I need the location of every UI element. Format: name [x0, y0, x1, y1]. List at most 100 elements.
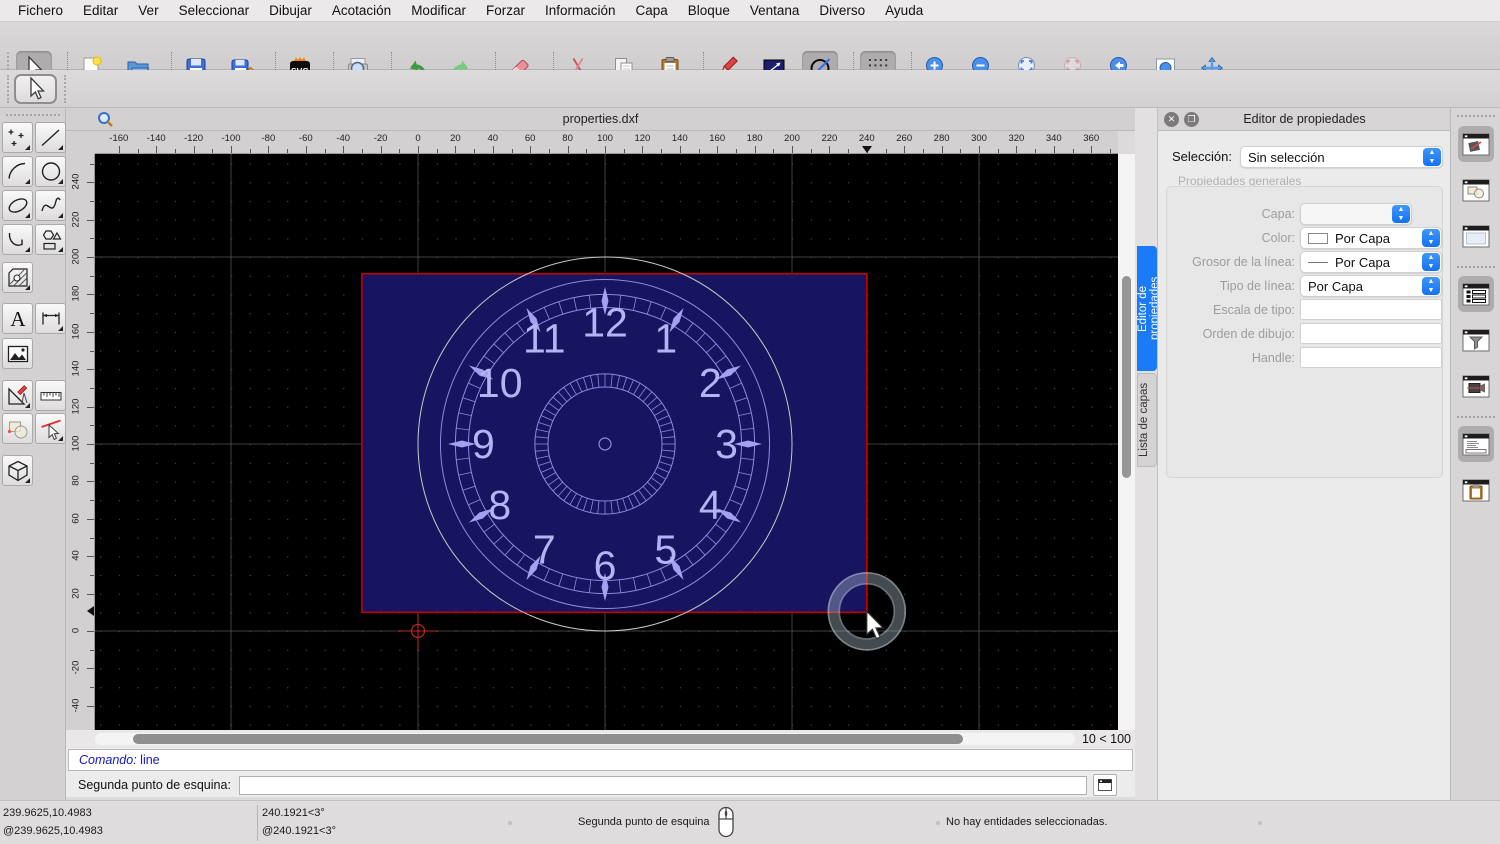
document-titlebar: properties.dxf [66, 108, 1135, 131]
selection-mode-button[interactable] [14, 74, 57, 104]
ruler-label: 140 [71, 355, 82, 383]
menu-forzar[interactable]: Forzar [476, 3, 535, 18]
text-tool[interactable]: A [2, 303, 33, 334]
viewports-panel-button[interactable] [1458, 218, 1494, 254]
ruler-label: 220 [815, 133, 843, 144]
ruler-label: -40 [71, 691, 82, 719]
ruler-label: 160 [71, 317, 82, 345]
ruler-tick [87, 294, 94, 295]
ruler-tick [87, 332, 94, 333]
svg-text:6: 6 [594, 543, 617, 589]
menu-informacion[interactable]: Información [535, 3, 626, 18]
ruler-tick [156, 146, 157, 153]
ruler-tick [90, 388, 94, 389]
circle-tool[interactable] [35, 156, 66, 187]
ruler-tick [343, 146, 344, 153]
ruler-tick [792, 146, 793, 153]
block-editor-panel-button[interactable] [1458, 126, 1494, 162]
panel-tab-lista-de-capas[interactable]: Lista de capas [1137, 373, 1157, 467]
menu-acotacion[interactable]: Acotación [322, 3, 401, 18]
field-orden-de-dibujo-input[interactable] [1300, 323, 1442, 344]
ruler-label: 220 [71, 205, 82, 233]
horizontal-scrollbar[interactable] [95, 733, 1075, 745]
solid-3d-tool[interactable] [2, 455, 33, 486]
strip-separator [1457, 416, 1495, 418]
ruler-tick [1091, 146, 1092, 153]
field-tipo-de-linea-label: Tipo de línea: [1167, 279, 1295, 293]
field-handle-input[interactable] [1300, 347, 1442, 368]
toolbar-drag-handle [64, 75, 68, 103]
modify-tools[interactable] [2, 413, 33, 444]
ellipse-tool[interactable] [2, 190, 33, 221]
ruler-tick [87, 519, 94, 520]
combo-spinner-icon: ▲▼ [1422, 229, 1440, 247]
clipboard-panel-button[interactable] [1458, 472, 1494, 508]
menu-fichero[interactable]: Fichero [8, 3, 73, 18]
menu-modificar[interactable]: Modificar [401, 3, 476, 18]
selection-filter-panel-button[interactable] [1458, 322, 1494, 358]
panel-tab-editor-de-propiedades[interactable]: Editor de propiedades [1137, 246, 1157, 371]
menu-ayuda[interactable]: Ayuda [875, 3, 933, 18]
ruler-tick [90, 650, 94, 651]
property-editor-panel-button[interactable] [1458, 276, 1494, 312]
field-capa-combo[interactable]: ▲▼ [1300, 203, 1412, 225]
vertical-scrollbar-thumb[interactable] [1122, 276, 1131, 478]
field-color-combo[interactable]: Por Capa▲▼ [1300, 227, 1442, 249]
selection-label: Selección: [1172, 149, 1232, 164]
menu-bloque[interactable]: Bloque [678, 3, 740, 18]
vertical-scrollbar[interactable] [1118, 154, 1135, 730]
field-escala-de-tipo-input[interactable] [1300, 299, 1442, 320]
ruler-label: -160 [105, 133, 133, 144]
hatch-tool[interactable] [2, 262, 33, 293]
ruler-tick [119, 146, 120, 153]
selection-combo[interactable]: Sin selección ▲▼ [1240, 146, 1443, 168]
horizontal-scrollbar-thumb[interactable] [133, 734, 963, 744]
ruler-label: 20 [71, 579, 82, 607]
menu-editar[interactable]: Editar [73, 3, 128, 18]
ruler-tick [90, 201, 94, 202]
ruler-tick [455, 146, 456, 153]
ruler-tick [87, 444, 94, 445]
menu-dibujar[interactable]: Dibujar [259, 3, 322, 18]
svg-text:10: 10 [477, 360, 523, 406]
menu-capa[interactable]: Capa [626, 3, 678, 18]
general-properties-group: Capa:▲▼ Color:Por Capa▲▼Grosor de la lín… [1166, 186, 1443, 478]
menu-seleccionar[interactable]: Seleccionar [169, 3, 260, 18]
command-input[interactable] [239, 776, 1087, 795]
ruler-label: 60 [71, 504, 82, 532]
w-view-icon [1462, 374, 1490, 399]
arc-tool[interactable] [2, 156, 33, 187]
spline-tool[interactable] [35, 190, 66, 221]
drafting-tools[interactable] [2, 380, 33, 411]
submenu-indicator-icon [25, 179, 30, 184]
field-tipo-de-linea-combo[interactable]: Por Capa▲▼ [1300, 275, 1442, 297]
w-list-icon [1462, 282, 1490, 307]
ruler-tick [90, 425, 94, 426]
ruler-label: 0 [404, 133, 432, 144]
view-panel-button[interactable] [1458, 368, 1494, 404]
ruler-label: -60 [292, 133, 320, 144]
ruler-tick [250, 149, 251, 153]
submenu-indicator-icon [25, 478, 30, 483]
field-escala-de-tipo-label: Escala de tipo: [1167, 303, 1295, 317]
menu-ver[interactable]: Ver [128, 3, 168, 18]
dimension-tool[interactable] [35, 303, 66, 334]
menu-ventana[interactable]: Ventana [740, 3, 810, 18]
field-grosor-de-la-linea-combo[interactable]: Por Capa▲▼ [1300, 251, 1442, 273]
combo-spinner-icon: ▲▼ [1423, 148, 1441, 166]
field-orden-de-dibujo-label: Orden de dibujo: [1167, 327, 1295, 341]
measure-tool[interactable] [35, 380, 66, 411]
command-history-label: Comando: [79, 753, 137, 767]
points-tool[interactable] [2, 122, 33, 153]
line-tool[interactable] [35, 122, 66, 153]
modify-delete-tool[interactable] [35, 413, 66, 444]
command-window-button[interactable] [1093, 774, 1117, 796]
library-browser-panel-button[interactable] [1458, 172, 1494, 208]
command-line-panel-button[interactable] [1458, 426, 1494, 462]
menu-diverso[interactable]: Diverso [809, 3, 875, 18]
polyline-tool[interactable] [2, 224, 33, 255]
drawing-canvas[interactable]: 123456789101112 [95, 154, 1118, 730]
ruler-tick [306, 146, 307, 153]
image-tool[interactable] [2, 338, 33, 369]
shapes-tool[interactable] [35, 224, 66, 255]
